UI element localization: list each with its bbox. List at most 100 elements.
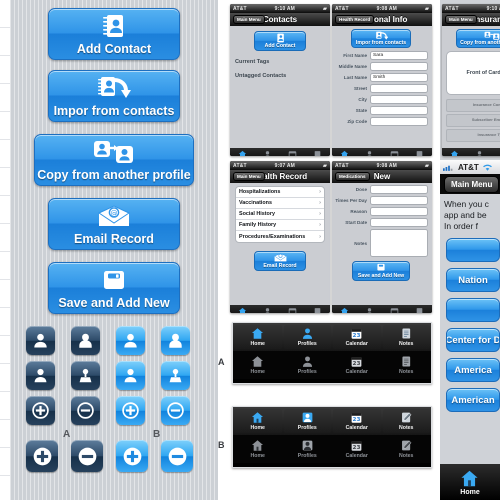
resource-button-american-2[interactable]: American (446, 388, 500, 412)
tab-home[interactable]: Home (332, 305, 357, 313)
back-button[interactable]: Main Menu (233, 172, 265, 181)
state-field[interactable] (370, 106, 428, 115)
icon-plus-circle-light[interactable] (116, 396, 145, 425)
icon-person-two-light[interactable] (161, 361, 190, 390)
field-label: Dose (355, 187, 367, 192)
icon-person-alt-light-1[interactable] (161, 326, 190, 355)
resource-button-3[interactable] (446, 298, 500, 322)
email-record-button[interactable]: Email Record (254, 251, 306, 271)
copy-from-another-profile-button[interactable]: Copy from another profile (456, 29, 500, 48)
tab-notes[interactable]: Notes (382, 435, 432, 463)
tab-notes[interactable]: Notes (382, 325, 430, 349)
tab-home[interactable]: Home (230, 305, 255, 313)
status-bar: AT&T 9:08 AM ▰ (332, 4, 432, 13)
tab-home[interactable]: Home (332, 148, 357, 156)
tab-profiles[interactable]: Profiles (255, 148, 280, 156)
save-and-add-new-button[interactable]: Save and Add New (352, 261, 410, 281)
tab-calendar[interactable]: Calendar (280, 148, 305, 156)
carrier-label: AT&T (233, 5, 247, 12)
back-button[interactable]: Health Record (335, 15, 375, 24)
email-record-button[interactable]: @ Email Record (48, 198, 180, 250)
tab-notes[interactable]: Notes (305, 305, 330, 313)
icon-minus-circle-dark[interactable] (71, 396, 100, 425)
notes-field[interactable] (370, 229, 428, 257)
tab-profiles[interactable]: Profiles (283, 435, 333, 463)
dose-field[interactable] (370, 185, 428, 194)
tab-home[interactable]: Home (230, 148, 255, 156)
tab-calendar[interactable]: Calendar (280, 305, 305, 313)
list-item[interactable]: Family History › (236, 220, 324, 231)
tab-home[interactable]: Home (234, 409, 282, 433)
list-item[interactable]: Vaccinations › (236, 198, 324, 209)
tab-calendar[interactable]: Calendar (382, 305, 407, 313)
list-item[interactable]: Hospitalizations › (236, 187, 324, 198)
icon-person-two-dark[interactable] (71, 361, 100, 390)
list-item[interactable]: Social History › (236, 209, 324, 220)
resource-button-center-for-disease[interactable]: Center for D (446, 328, 500, 352)
tab-profiles[interactable]: Profiles (255, 305, 280, 313)
back-button[interactable]: Medications (335, 172, 370, 181)
main-menu-back-button[interactable]: Main Menu (444, 175, 500, 193)
icon-person-filled-light[interactable] (116, 361, 145, 390)
tab-profiles[interactable]: Profiles (283, 351, 333, 379)
tab-calendar[interactable]: 23 Calendar (333, 409, 381, 433)
icon-person-dark-1[interactable] (26, 326, 55, 355)
icon-plus-circle-dark[interactable] (26, 396, 55, 425)
street-field[interactable] (370, 84, 428, 93)
tab-notes[interactable]: Notes (407, 305, 432, 313)
tab-home[interactable]: Home (233, 435, 283, 463)
tab-notes[interactable]: Notes (407, 148, 432, 156)
copy-from-another-profile-button[interactable]: Copy from another profile (34, 134, 194, 186)
insurance-company-field[interactable]: Insurance Company (446, 99, 500, 112)
city-field[interactable] (370, 95, 428, 104)
tab-home[interactable]: Home (442, 148, 467, 156)
resource-button-national[interactable]: Nation (446, 268, 500, 292)
times-per-day-field[interactable] (370, 196, 428, 205)
start-date-field[interactable] (370, 218, 428, 227)
tab-label: Home (250, 369, 265, 375)
list-item[interactable]: Procedures/Examinations › (236, 231, 324, 242)
icon-minus-circle-light[interactable] (161, 396, 190, 425)
tab-calendar[interactable]: 23 Calendar (332, 435, 382, 463)
subscriber-employer-field[interactable]: Subscriber Employer (446, 114, 500, 127)
icon-person-alt-dark-1[interactable] (71, 326, 100, 355)
tab-notes[interactable]: Notes (382, 351, 432, 379)
tab-home[interactable]: Home (234, 325, 282, 349)
back-button[interactable]: Main Menu (233, 15, 265, 24)
resource-button-american-1[interactable]: America (446, 358, 500, 382)
import-from-contacts-button[interactable]: Impor from contacts (48, 70, 180, 122)
middle-name-field[interactable] (370, 62, 428, 71)
tab-profiles[interactable]: Profiles (357, 305, 382, 313)
card-photo-placeholder[interactable]: Front of Card Photo (446, 51, 500, 95)
tab-profiles[interactable]: Profiles (467, 148, 492, 156)
icon-person-light-1[interactable] (116, 326, 145, 355)
tab-home[interactable]: Home (233, 351, 283, 379)
tab-home[interactable]: Home (460, 469, 480, 496)
tab-calendar[interactable]: Calendar (382, 148, 407, 156)
icon-person-filled-dark[interactable] (26, 361, 55, 390)
zip-code-field[interactable] (370, 117, 428, 126)
tab-profiles[interactable]: Profiles (283, 409, 331, 433)
tab-profiles[interactable]: Profiles (357, 148, 382, 156)
resource-button-1[interactable] (446, 238, 500, 262)
tab-calendar[interactable]: 23 Calendar (332, 351, 382, 379)
import-from-contacts-button[interactable]: Impor from contacts (351, 29, 411, 48)
back-button[interactable]: Main Menu (445, 15, 477, 24)
tab-notes[interactable]: Notes (305, 148, 330, 156)
add-contact-button[interactable]: Add Contact (48, 8, 180, 60)
tab-notes[interactable]: Notes (382, 409, 430, 433)
add-contact-button[interactable]: Add Contact (254, 31, 306, 51)
icon-minus-circle-bold-dark[interactable] (71, 440, 103, 472)
tab-profiles[interactable]: Profiles (283, 325, 331, 349)
reason-field[interactable] (370, 207, 428, 216)
icon-plus-circle-bold-light[interactable] (116, 440, 148, 472)
icon-plus-circle-bold-dark[interactable] (26, 440, 58, 472)
last-name-field[interactable]: Smith (370, 73, 428, 82)
save-and-add-new-button[interactable]: Save and Add New (48, 262, 180, 314)
insurance-type-field[interactable]: Insurance Type (446, 129, 500, 142)
icon-minus-circle-bold-light[interactable] (161, 440, 193, 472)
tab-calendar[interactable]: Calendar (492, 148, 500, 156)
field-row: Last Name Smith (334, 73, 428, 82)
tab-calendar[interactable]: 23 Calendar (333, 325, 381, 349)
first-name-field[interactable]: Sara (370, 51, 428, 60)
